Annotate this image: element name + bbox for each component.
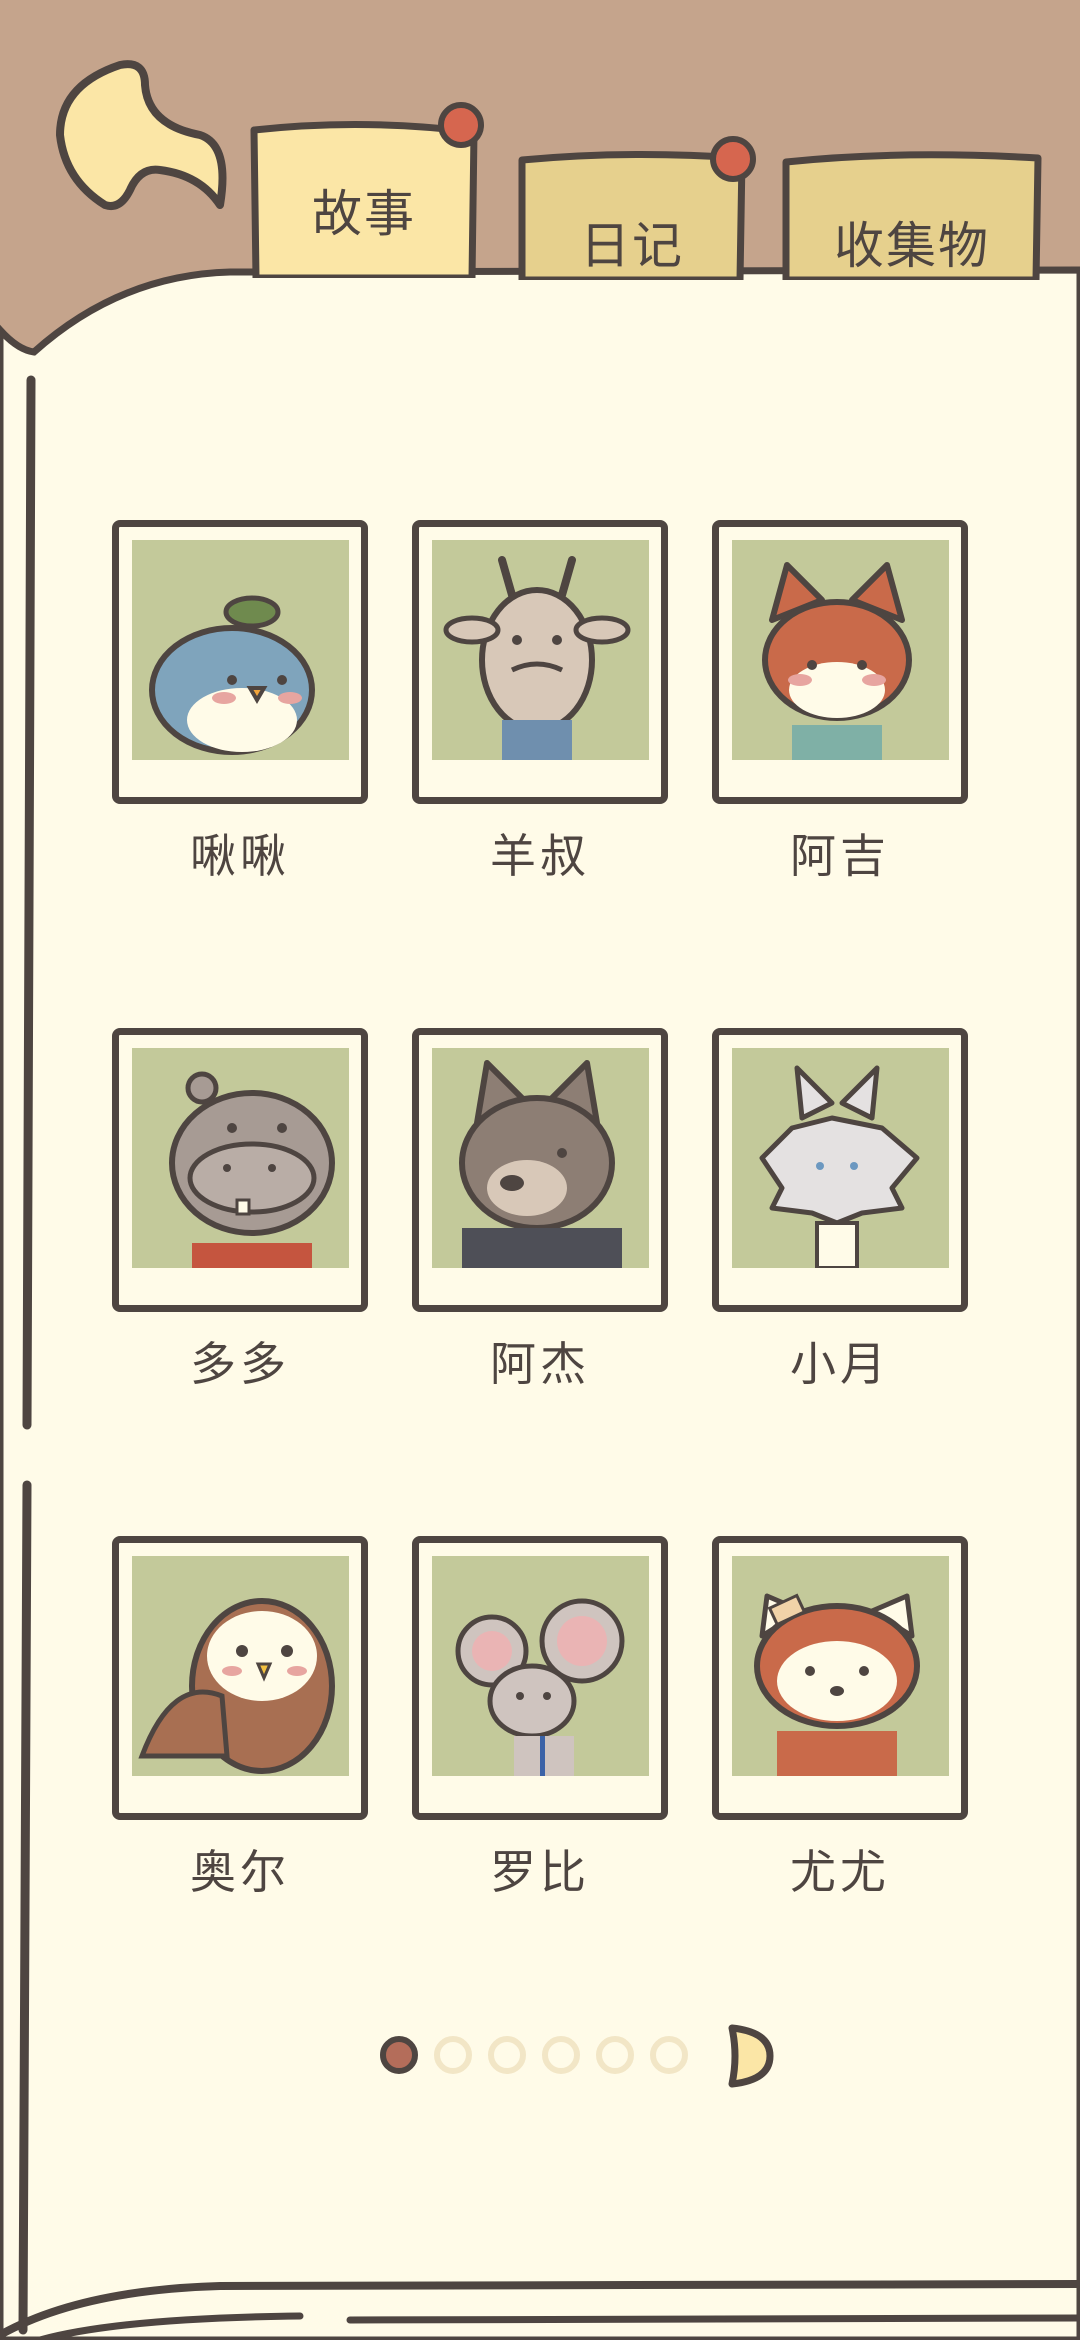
blue-bird-icon [149, 595, 315, 755]
photo-frame [412, 520, 668, 804]
character-name: 阿吉 [790, 829, 890, 883]
hippo-icon [169, 1071, 335, 1268]
white-cat-icon [759, 1065, 920, 1268]
character-name: 尤尤 [790, 1845, 890, 1899]
wolf-icon [459, 1060, 622, 1268]
tab-stories-badge [438, 102, 484, 148]
character-name: 罗比 [490, 1845, 590, 1899]
tab-stories-label: 故事 [312, 185, 416, 243]
pagination [380, 2020, 800, 2090]
red-panda-icon [754, 1593, 920, 1776]
goat-icon [443, 556, 631, 760]
page-dot-6[interactable] [650, 2036, 688, 2074]
owl-icon [138, 1598, 335, 1774]
page-dot-2[interactable] [434, 2036, 472, 2074]
character-name: 啾啾 [190, 829, 290, 883]
photo-frame [712, 1536, 968, 1820]
photo-frame [412, 1028, 668, 1312]
chevron-right-icon [728, 2024, 774, 2088]
page-dot-4[interactable] [542, 2036, 580, 2074]
photo-frame [412, 1536, 668, 1820]
character-name: 羊叔 [490, 829, 590, 883]
page-dot-3[interactable] [488, 2036, 526, 2074]
next-page-button[interactable] [724, 2022, 776, 2090]
mouse-icon [455, 1598, 625, 1776]
photo-frame [112, 1536, 368, 1820]
tab-diary-label: 日记 [580, 217, 684, 275]
back-arrow-icon [56, 60, 227, 210]
photo-frame [712, 520, 968, 804]
fox-icon [762, 562, 912, 760]
tab-collectibles[interactable]: 收集物 [780, 150, 1044, 310]
back-button[interactable] [50, 55, 240, 235]
tab-collectibles-label: 收集物 [834, 217, 990, 275]
character-name: 小月 [790, 1337, 890, 1391]
tab-diary-badge [710, 136, 756, 182]
character-name: 多多 [190, 1337, 290, 1391]
character-name: 奥尔 [190, 1845, 290, 1899]
page-dot-5[interactable] [596, 2036, 634, 2074]
photo-frame [712, 1028, 968, 1312]
photo-frame [112, 520, 368, 804]
page-dot-1[interactable] [380, 2036, 418, 2074]
character-name: 阿杰 [490, 1337, 590, 1391]
photo-frame [112, 1028, 368, 1312]
tab-diary[interactable]: 日记 [516, 150, 748, 310]
